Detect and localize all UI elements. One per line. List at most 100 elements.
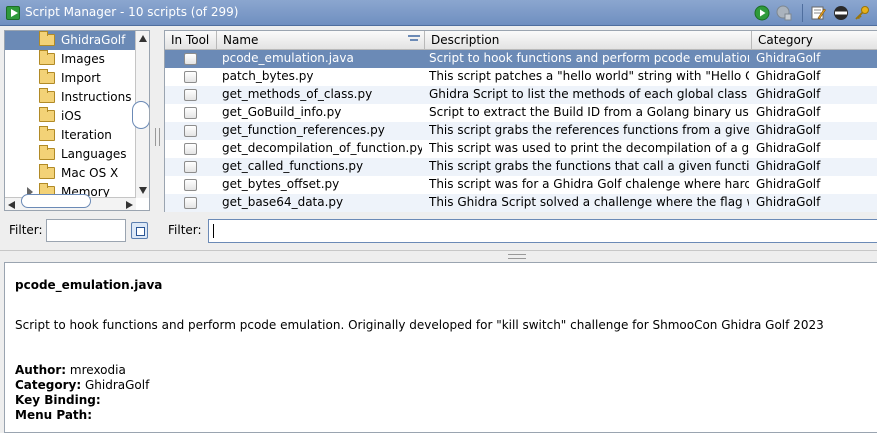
table-row[interactable]: patch_bytes.py This script patches a "he… bbox=[165, 68, 877, 86]
column-header-in-tool[interactable]: In Tool bbox=[165, 31, 217, 50]
script-name: get_base64_data.py bbox=[222, 195, 344, 209]
details-script-name: pcode_emulation.java bbox=[15, 278, 163, 292]
script-name: get_methods_of_class.py bbox=[222, 87, 373, 101]
menu-path-label: Menu Path: bbox=[15, 408, 92, 422]
folder-icon bbox=[39, 164, 55, 179]
tree-vertical-scrollbar[interactable] bbox=[132, 31, 149, 198]
column-header-name[interactable]: Name bbox=[217, 31, 425, 50]
tree-item-iteration[interactable]: Iteration bbox=[5, 126, 135, 145]
scroll-up-icon[interactable] bbox=[139, 35, 147, 42]
details-category: Category: GhidraGolf bbox=[15, 378, 149, 392]
tree-item-label: Instructions bbox=[61, 90, 132, 104]
script-filter-field[interactable] bbox=[208, 219, 877, 243]
in-tool-checkbox[interactable] bbox=[184, 89, 197, 101]
text-caret bbox=[213, 224, 214, 238]
category-tree[interactable]: GhidraGolf Images Import Instructions iO… bbox=[4, 30, 150, 211]
tree-item-label: Mac OS X bbox=[61, 166, 119, 180]
tree-item-ghidragolf[interactable]: GhidraGolf bbox=[5, 31, 135, 50]
script-name: get_bytes_offset.py bbox=[222, 177, 340, 191]
category-value: GhidraGolf bbox=[84, 378, 150, 392]
in-tool-checkbox[interactable] bbox=[184, 197, 197, 209]
key-binding-icon[interactable] bbox=[854, 5, 870, 21]
scroll-right-icon[interactable] bbox=[126, 201, 133, 209]
script-category: GhidraGolf bbox=[756, 87, 821, 101]
in-tool-checkbox[interactable] bbox=[184, 125, 197, 137]
in-tool-checkbox[interactable] bbox=[184, 53, 197, 65]
category-filter-label: Filter: bbox=[9, 223, 43, 237]
tree-item-languages[interactable]: Languages bbox=[5, 145, 135, 164]
script-filter-label: Filter: bbox=[168, 223, 202, 237]
column-header-name-label: Name bbox=[223, 33, 259, 47]
folder-icon bbox=[39, 31, 55, 46]
script-category: GhidraGolf bbox=[756, 69, 821, 83]
table-row[interactable]: get_GoBuild_info.py Script to extract th… bbox=[165, 104, 877, 122]
script-name: get_decompilation_of_function.py bbox=[222, 141, 422, 155]
tree-item-instructions[interactable]: Instructions bbox=[5, 88, 135, 107]
edit-script-icon[interactable] bbox=[810, 5, 826, 21]
tree-item-label: Images bbox=[61, 52, 105, 66]
category-filter-input[interactable] bbox=[46, 219, 126, 242]
table-row[interactable]: get_called_functions.py This script grab… bbox=[165, 158, 877, 176]
script-category: GhidraGolf bbox=[756, 123, 821, 137]
in-tool-checkbox[interactable] bbox=[184, 161, 197, 173]
script-table[interactable]: In Tool Name Description Category pcode_… bbox=[164, 30, 877, 212]
scroll-down-icon[interactable] bbox=[139, 187, 147, 194]
table-row[interactable]: get_bytes_offset.py This script was for … bbox=[165, 176, 877, 194]
script-category: GhidraGolf bbox=[756, 105, 821, 119]
folder-icon bbox=[39, 107, 55, 122]
scroll-thumb[interactable] bbox=[21, 194, 91, 208]
folder-icon bbox=[39, 126, 55, 141]
in-tool-checkbox[interactable] bbox=[184, 143, 197, 155]
in-tool-checkbox[interactable] bbox=[184, 107, 197, 119]
table-header: In Tool Name Description Category bbox=[165, 31, 877, 50]
column-header-description[interactable]: Description bbox=[425, 31, 752, 50]
script-name: get_function_references.py bbox=[222, 123, 385, 137]
toolbar-separator bbox=[802, 4, 803, 22]
column-header-category[interactable]: Category bbox=[752, 31, 877, 50]
table-row[interactable]: pcode_emulation.java Script to hook func… bbox=[165, 50, 877, 68]
author-value: mrexodia bbox=[69, 363, 126, 377]
in-tool-checkbox[interactable] bbox=[184, 179, 197, 191]
tree-item-ios[interactable]: iOS bbox=[5, 107, 135, 126]
script-details-panel: pcode_emulation.java Script to hook func… bbox=[4, 262, 877, 433]
script-description: This script was for a Ghidra Golf chalen… bbox=[429, 177, 749, 191]
table-row[interactable]: get_methods_of_class.py Ghidra Script to… bbox=[165, 86, 877, 104]
script-category: GhidraGolf bbox=[756, 141, 821, 155]
table-row[interactable]: get_function_references.py This script g… bbox=[165, 122, 877, 140]
scroll-left-icon[interactable] bbox=[8, 201, 15, 209]
folder-icon bbox=[39, 88, 55, 103]
tree-horizontal-scrollbar[interactable] bbox=[5, 194, 136, 210]
horizontal-splitter[interactable] bbox=[0, 250, 877, 260]
script-category: GhidraGolf bbox=[756, 177, 821, 191]
details-menu-path: Menu Path: bbox=[15, 408, 92, 422]
author-label: Author: bbox=[15, 363, 67, 377]
tree-item-import[interactable]: Import bbox=[5, 69, 135, 88]
manage-bundles-icon[interactable] bbox=[833, 5, 849, 21]
run-script-icon[interactable] bbox=[754, 5, 770, 21]
details-author: Author: mrexodia bbox=[15, 363, 126, 377]
key-binding-label: Key Binding: bbox=[15, 393, 101, 407]
details-description: Script to hook functions and perform pco… bbox=[15, 318, 824, 332]
in-tool-checkbox[interactable] bbox=[184, 71, 197, 83]
scroll-thumb[interactable] bbox=[132, 101, 149, 129]
script-description: Ghidra Script to list the methods of eac… bbox=[429, 87, 749, 101]
run-last-script-icon[interactable] bbox=[776, 5, 792, 21]
tree-item-mac-os-x[interactable]: Mac OS X bbox=[5, 164, 135, 183]
category-label: Category: bbox=[15, 378, 82, 392]
script-description: Script to hook functions and perform pco… bbox=[429, 51, 749, 65]
script-name: patch_bytes.py bbox=[222, 69, 314, 83]
table-row[interactable]: get_decompilation_of_function.py This sc… bbox=[165, 140, 877, 158]
tree-item-label: GhidraGolf bbox=[61, 33, 126, 47]
script-description: This script grabs the functions that cal… bbox=[429, 159, 749, 173]
folder-icon bbox=[39, 50, 55, 65]
script-description: Script to extract the Build ID from a Go… bbox=[429, 105, 749, 119]
filter-options-icon[interactable] bbox=[131, 222, 148, 239]
tree-item-label: Languages bbox=[61, 147, 127, 161]
window-title: Script Manager - 10 scripts (of 299) bbox=[25, 5, 239, 19]
script-name: get_GoBuild_info.py bbox=[222, 105, 342, 119]
tree-item-label: Iteration bbox=[61, 128, 112, 142]
script-filter-input[interactable] bbox=[209, 220, 877, 242]
table-row[interactable]: get_base64_data.py This Ghidra Script so… bbox=[165, 194, 877, 212]
tree-item-images[interactable]: Images bbox=[5, 50, 135, 69]
vertical-splitter[interactable] bbox=[153, 30, 161, 245]
